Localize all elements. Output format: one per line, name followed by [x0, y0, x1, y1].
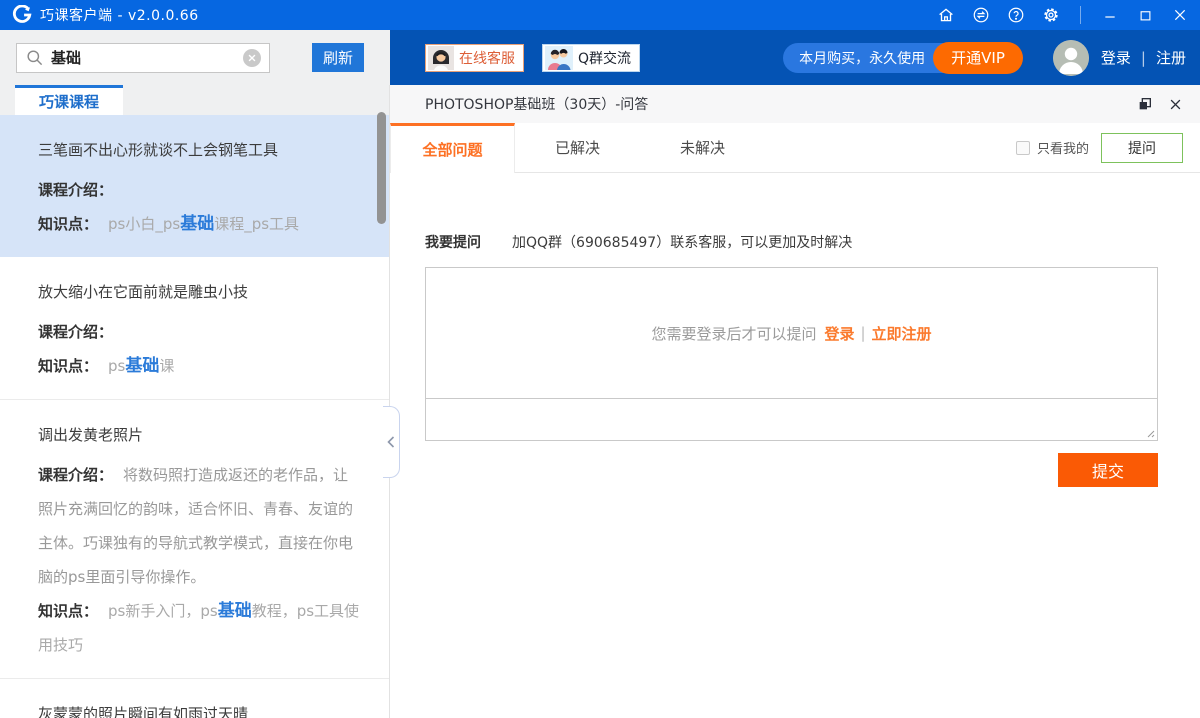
open-vip-label: 开通VIP	[951, 47, 1005, 68]
minimize-icon[interactable]	[1100, 5, 1120, 25]
highlighted-keyword: 基础	[125, 356, 159, 376]
sidebar-scrollbar[interactable]	[377, 112, 386, 224]
highlighted-keyword: 基础	[218, 601, 252, 621]
qq-group-hint: 加QQ群（690685497）联系客服，可以更加及时解决	[512, 232, 852, 252]
course-intro: 将数码照打造成返还的老作品，让照片充满回忆的韵味，适合怀旧、青春、友谊的主体。巧…	[38, 466, 353, 586]
promo-text: 本月购买，永久使用	[799, 48, 925, 68]
question-input[interactable]	[426, 399, 1157, 440]
sidebar-collapse-handle[interactable]	[383, 406, 400, 478]
online-service-label: 在线客服	[459, 48, 515, 68]
panel-close-icon[interactable]	[1166, 95, 1184, 113]
login-link[interactable]: 登录	[1101, 47, 1131, 68]
auth-divider: |	[1141, 49, 1146, 67]
knowledge-points: ps基础课	[108, 357, 174, 375]
avatar[interactable]	[1053, 40, 1089, 76]
highlighted-keyword: 基础	[180, 214, 214, 234]
only-mine-toggle[interactable]: 只看我的	[1016, 123, 1089, 172]
tab-all-questions[interactable]: 全部问题	[390, 123, 515, 173]
qa-panel-title: PHOTOSHOP基础班（30天）-问答	[425, 94, 648, 114]
tab-qiaoke-courses[interactable]: 巧课课程	[15, 85, 123, 115]
ask-form-label: 我要提问	[425, 232, 481, 252]
knowledge-points: ps小白_ps基础课程_ps工具	[108, 215, 299, 233]
app-title: 巧课客户端 - v2.0.0.66	[40, 5, 199, 25]
group-chat-icon	[545, 46, 573, 70]
course-title: 三笔画不出心形就谈不上会钢笔工具	[38, 133, 363, 167]
app-logo-icon	[12, 5, 32, 25]
knowledge-label: 知识点：	[38, 357, 98, 375]
question-editor-overlay: 您需要登录后才可以提问 登录 | 立即注册	[425, 267, 1158, 399]
close-icon[interactable]	[1170, 5, 1190, 25]
resize-grip-icon[interactable]	[1145, 428, 1155, 438]
login-required-text: 您需要登录后才可以提问	[651, 323, 816, 344]
open-vip-button[interactable]: 开通VIP	[933, 42, 1023, 74]
course-sidebar: 巧课课程 三笔画不出心形就谈不上会钢笔工具 课程介绍： 知识点： ps小白_ps基…	[0, 85, 390, 718]
intro-label: 课程介绍：	[38, 323, 113, 341]
ask-question-button[interactable]: 提问	[1101, 133, 1183, 163]
clear-search-icon[interactable]	[243, 49, 261, 67]
maximize-icon[interactable]	[1135, 5, 1155, 25]
window-titlebar: 巧课客户端 - v2.0.0.66	[0, 0, 1200, 30]
service-agent-icon	[428, 46, 454, 70]
account-topbar: 在线客服 Q群交流 本月购买，永久使用 开通VIP	[390, 30, 1200, 85]
overlay-register-link[interactable]: 立即注册	[872, 323, 932, 344]
restore-window-icon[interactable]	[1136, 95, 1154, 113]
titlebar-separator	[1080, 6, 1081, 24]
submit-button[interactable]: 提交	[1058, 453, 1158, 487]
overlay-login-link[interactable]: 登录	[824, 323, 854, 344]
course-list-item[interactable]: 三笔画不出心形就谈不上会钢笔工具 课程介绍： 知识点： ps小白_ps基础课程_p…	[0, 115, 389, 257]
search-icon	[25, 48, 44, 67]
course-list: 三笔画不出心形就谈不上会钢笔工具 课程介绍： 知识点： ps小白_ps基础课程_p…	[0, 115, 389, 718]
intro-label: 课程介绍：	[38, 466, 113, 484]
search-box[interactable]	[16, 43, 270, 73]
only-mine-checkbox[interactable]	[1016, 141, 1030, 155]
tab-unresolved[interactable]: 未解决	[640, 123, 765, 172]
home-icon[interactable]	[936, 5, 956, 25]
sidebar-search-area: 刷新	[0, 30, 390, 85]
course-list-item[interactable]: 灰蒙蒙的照片瞬间有如雨过天晴 课程介绍：简单实用的ps风景处理技巧，可以将灰蒙蒙…	[0, 679, 389, 718]
online-service-button[interactable]: 在线客服	[425, 44, 524, 72]
search-input[interactable]	[51, 49, 243, 67]
register-link[interactable]: 注册	[1156, 47, 1186, 68]
settings-icon[interactable]	[1041, 5, 1061, 25]
overlay-divider: |	[860, 324, 865, 342]
course-title: 调出发黄老照片	[38, 418, 363, 452]
only-mine-label: 只看我的	[1037, 138, 1089, 157]
course-list-item[interactable]: 放大缩小在它面前就是雕虫小技 课程介绍： 知识点： ps基础课	[0, 257, 389, 400]
refresh-button[interactable]: 刷新	[312, 43, 364, 72]
qa-panel: PHOTOSHOP基础班（30天）-问答 全部问题 已解决 未解决 只看我的 提…	[390, 85, 1200, 718]
chevron-left-icon	[387, 436, 395, 448]
intro-label: 课程介绍：	[38, 181, 113, 199]
knowledge-label: 知识点：	[38, 602, 98, 620]
course-list-item[interactable]: 调出发黄老照片 课程介绍：将数码照打造成返还的老作品，让照片充满回忆的韵味，适合…	[0, 400, 389, 679]
course-title: 灰蒙蒙的照片瞬间有如雨过天晴	[38, 697, 363, 718]
course-title: 放大缩小在它面前就是雕虫小技	[38, 275, 363, 309]
knowledge-label: 知识点：	[38, 215, 98, 233]
help-icon[interactable]	[1006, 5, 1026, 25]
tab-resolved[interactable]: 已解决	[515, 123, 640, 172]
qq-group-button[interactable]: Q群交流	[542, 44, 640, 72]
sync-icon[interactable]	[971, 5, 991, 25]
qq-group-label: Q群交流	[578, 48, 631, 68]
